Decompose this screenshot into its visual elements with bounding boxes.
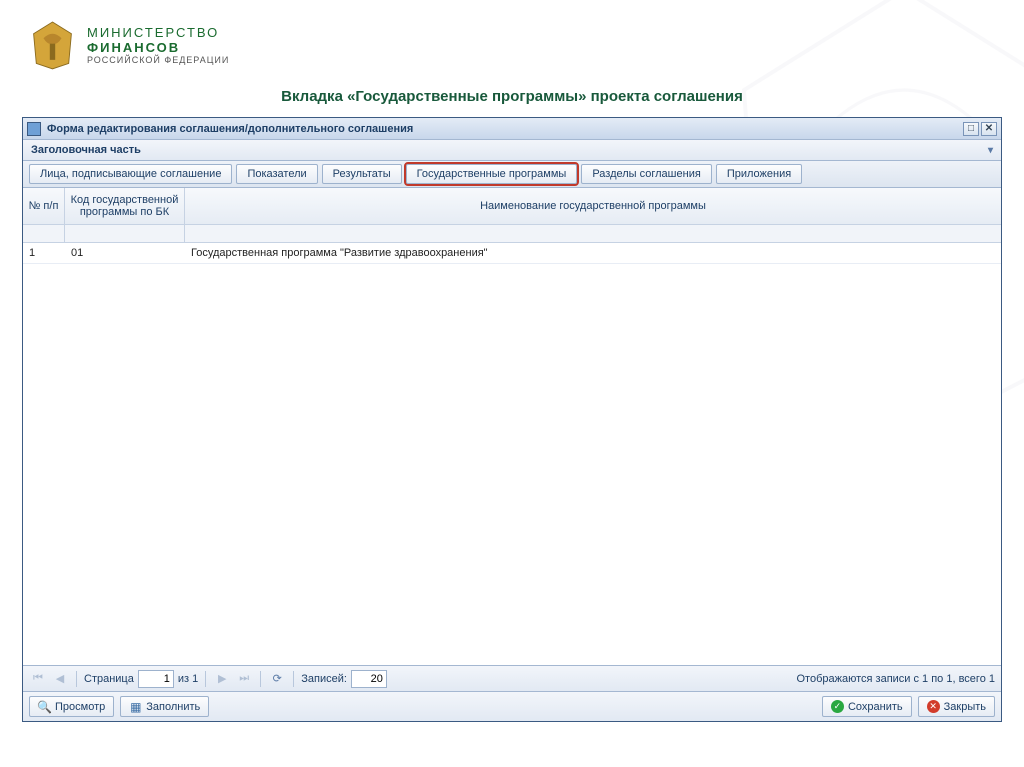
edit-form-window: Форма редактирования соглашения/дополнит… (22, 117, 1002, 722)
cell-num: 1 (23, 243, 65, 263)
ministry-line1: МИНИСТЕРСТВО (87, 25, 229, 40)
save-button-label: Сохранить (848, 701, 903, 713)
maximize-button[interactable]: □ (963, 122, 979, 136)
tab-bar: Лица, подписывающие соглашение Показател… (23, 161, 1001, 188)
slide-title: Вкладка «Государственные программы» прое… (0, 88, 1024, 105)
tab-indicators[interactable]: Показатели (236, 164, 317, 184)
check-icon: ✓ (831, 700, 844, 713)
tab-results[interactable]: Результаты (322, 164, 402, 184)
window-icon (27, 122, 41, 136)
magnifier-icon: 🔍 (38, 700, 51, 713)
grid-body: 1 01 Государственная программа "Развитие… (23, 243, 1001, 665)
filter-code[interactable] (65, 225, 185, 243)
page-last-button[interactable]: ⏭ (235, 670, 253, 688)
col-header-name[interactable]: Наименование государственной программы (185, 188, 1001, 224)
paging-toolbar: ⏮ ◀ Страница из 1 ▶ ⏭ ⟳ Записей: Отображ… (23, 665, 1001, 691)
window-titlebar: Форма редактирования соглашения/дополнит… (23, 118, 1001, 140)
col-header-num[interactable]: № п/п (23, 188, 65, 224)
filter-row (23, 225, 1001, 243)
refresh-button[interactable]: ⟳ (268, 670, 286, 688)
paging-status: Отображаются записи с 1 по 1, всего 1 (797, 673, 996, 685)
state-emblem-icon (30, 20, 75, 70)
cell-name: Государственная программа "Развитие здра… (185, 243, 1001, 263)
close-button[interactable]: ✕ Закрыть (918, 696, 995, 717)
page-prev-button[interactable]: ◀ (51, 670, 69, 688)
filter-num[interactable] (23, 225, 65, 243)
page-header: МИНИСТЕРСТВО ФИНАНСОВ РОССИЙСКОЙ ФЕДЕРАЦ… (0, 0, 1024, 80)
page-label: Страница (84, 673, 134, 685)
page-of-label: из 1 (178, 673, 198, 685)
fill-button-label: Заполнить (146, 701, 200, 713)
filter-name[interactable] (185, 225, 1001, 243)
form-icon: ▦ (129, 700, 142, 713)
ministry-title: МИНИСТЕРСТВО ФИНАНСОВ РОССИЙСКОЙ ФЕДЕРАЦ… (87, 25, 229, 65)
ministry-line3: РОССИЙСКОЙ ФЕДЕРАЦИИ (87, 55, 229, 65)
cell-code: 01 (65, 243, 185, 263)
fill-button[interactable]: ▦ Заполнить (120, 696, 209, 717)
close-button-label: Закрыть (944, 701, 986, 713)
ministry-line2: ФИНАНСОВ (87, 40, 229, 55)
tab-attachments[interactable]: Приложения (716, 164, 802, 184)
page-next-button[interactable]: ▶ (213, 670, 231, 688)
view-button-label: Просмотр (55, 701, 105, 713)
close-window-button[interactable]: ✕ (981, 122, 997, 136)
window-title: Форма редактирования соглашения/дополнит… (47, 123, 413, 135)
cancel-icon: ✕ (927, 700, 940, 713)
tab-programs[interactable]: Государственные программы (406, 164, 578, 184)
section-title: Заголовочная часть (31, 144, 141, 156)
chevron-down-icon[interactable]: ▾ (988, 145, 993, 156)
page-number-input[interactable] (138, 670, 174, 688)
section-header[interactable]: Заголовочная часть ▾ (23, 140, 1001, 161)
tab-sections[interactable]: Разделы соглашения (581, 164, 712, 184)
col-header-code[interactable]: Код государственной программы по БК (65, 188, 185, 224)
view-button[interactable]: 🔍 Просмотр (29, 696, 114, 717)
records-label: Записей: (301, 673, 347, 685)
grid-header: № п/п Код государственной программы по Б… (23, 188, 1001, 225)
tab-signers[interactable]: Лица, подписывающие соглашение (29, 164, 232, 184)
grid-area: № п/п Код государственной программы по Б… (23, 188, 1001, 665)
page-first-button[interactable]: ⏮ (29, 670, 47, 688)
table-row[interactable]: 1 01 Государственная программа "Развитие… (23, 243, 1001, 264)
records-per-page-input[interactable] (351, 670, 387, 688)
bottom-toolbar: 🔍 Просмотр ▦ Заполнить ✓ Сохранить ✕ Зак… (23, 691, 1001, 721)
save-button[interactable]: ✓ Сохранить (822, 696, 912, 717)
